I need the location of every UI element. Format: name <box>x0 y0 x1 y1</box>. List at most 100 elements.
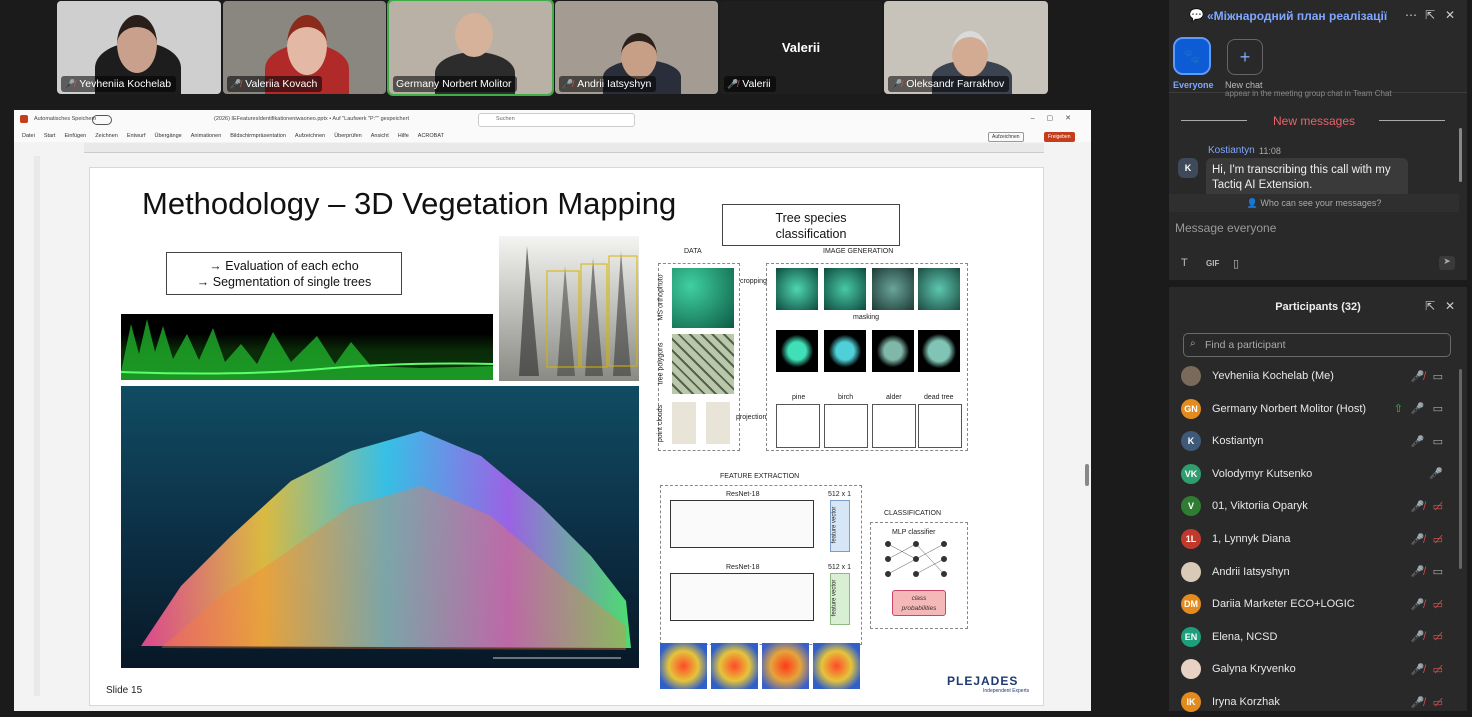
video-tile-5[interactable]: Valerii 🎤̸ Valerii <box>720 1 882 94</box>
video-tile-3[interactable]: Germany Norbert Molitor <box>387 0 554 96</box>
dim-label-2: 512 x 1 <box>828 564 851 571</box>
mic-off-icon: 🎤̸ <box>230 78 242 89</box>
image-generation-label: IMAGE GENERATION <box>823 248 894 255</box>
point-cloud-thumb-2 <box>706 402 730 444</box>
species-label-pine: pine <box>792 394 806 401</box>
participant-avatar: EN <box>1181 626 1201 647</box>
close-icon[interactable]: ✕ <box>1445 299 1455 313</box>
menu-tab[interactable]: ACROBAT <box>418 133 444 139</box>
video-tile-4[interactable]: 🎤̸ Andrii Iatsyshyn <box>555 1 718 94</box>
menu-tab[interactable]: Datei <box>22 133 35 139</box>
popout-icon[interactable]: ⇱ <box>1425 8 1435 22</box>
menu-tab[interactable]: Hilfe <box>398 133 409 139</box>
projection-thumb-4 <box>918 404 962 448</box>
video-tile-2[interactable]: 🎤̸ Valeriia Kovach <box>223 1 386 94</box>
mic-off-icon: 🎤̸ <box>1410 533 1425 546</box>
menu-tab[interactable]: Entwurf <box>127 133 146 139</box>
popout-icon[interactable]: ⇱ <box>1425 299 1435 313</box>
menu-tab[interactable]: Einfügen <box>64 133 86 139</box>
mic-off-icon: 🎤̸ <box>727 78 739 89</box>
author-avatar: K <box>1178 158 1198 178</box>
record-button[interactable]: Aufzeichnen <box>988 132 1024 142</box>
menu-tab[interactable]: Ansicht <box>371 133 389 139</box>
logo-text: PLEJADES <box>947 674 1019 688</box>
ppt-ribbon-tabs: Datei Start Einfügen Zeichnen Entwurf Üb… <box>14 130 1091 142</box>
projection-thumb-3 <box>872 404 916 448</box>
feature-vector-label-1: feature vector <box>831 506 838 544</box>
mic-off-icon: 🎤̸ <box>1410 598 1425 611</box>
participant-name: Andrii Iatsyshyn <box>1212 565 1290 578</box>
participant-row[interactable]: Galyna Kryvenko 🎤̸ ▭̸ <box>1181 654 1461 684</box>
classification-label: CLASSIFICATION <box>884 510 942 517</box>
ppt-titlebar: Automatisches Speichern (2026) IEFeature… <box>14 110 1091 130</box>
participant-search[interactable]: ⌕ Find a participant <box>1183 333 1451 357</box>
participant-row[interactable]: 1L 1, Lynnyk Diana 🎤̸ ▭̸ <box>1181 524 1461 554</box>
mic-off-icon: 🎤̸ <box>1410 370 1425 383</box>
heatmap-thumb-4 <box>813 643 860 689</box>
menu-tab[interactable]: Überprüfen <box>334 133 362 139</box>
search-icon: ⌕ <box>1190 338 1196 349</box>
participant-status-icons: 🎤̸ ▭̸ <box>1411 598 1443 611</box>
new-messages-label: New messages <box>1273 114 1356 128</box>
file-icon[interactable]: ▯ <box>1233 257 1239 270</box>
resnet-label-2: ResNet-18 <box>726 564 760 571</box>
camera-off-icon: ▭̸ <box>1432 696 1443 709</box>
close-icon[interactable]: ✕ <box>1445 8 1455 22</box>
participant-row[interactable]: DM Dariia Marketer ECO+LOGIC 🎤̸ ▭̸ <box>1181 589 1461 619</box>
participant-row[interactable]: Andrii Iatsyshyn 🎤̸ ▭ <box>1181 557 1461 587</box>
menu-tab[interactable]: Bildschirmpräsentation <box>230 133 286 139</box>
participant-avatar: 1L <box>1181 529 1201 549</box>
video-tile-6[interactable]: 🎤̸ Oleksandr Farrakhov <box>884 1 1048 94</box>
window-controls[interactable]: –▢✕ <box>1031 114 1083 122</box>
participant-row[interactable]: IK Iryna Korzhak 🎤̸ ▭̸ <box>1181 687 1461 717</box>
participant-row[interactable]: K Kostiantyn 🎤 ▭ <box>1181 426 1461 456</box>
gif-icon[interactable]: GIF <box>1206 259 1219 268</box>
participant-status-icons: 🎤̸ ▭̸ <box>1411 663 1443 676</box>
participant-row[interactable]: V 01, Viktoriia Oparyk 🎤̸ ▭̸ <box>1181 491 1461 521</box>
camera-off-icon: ▭̸ <box>1432 598 1443 611</box>
format-icon[interactable]: T <box>1181 257 1188 269</box>
species-box: Tree species classification <box>722 204 900 246</box>
participant-name: Valeriia Kovach <box>245 78 318 90</box>
participant-name: Volodymyr Kutsenko <box>1212 467 1313 480</box>
projection-thumb-2 <box>824 404 868 448</box>
dim-label-1: 512 x 1 <box>828 491 851 498</box>
participant-avatar <box>1181 366 1201 386</box>
participant-row[interactable]: GN Germany Norbert Molitor (Host) ⇧ 🎤 ▭ <box>1181 394 1461 424</box>
species-line-1: Tree species <box>775 211 847 225</box>
mask-thumb-2 <box>824 330 866 372</box>
projection-thumb-1 <box>776 404 820 448</box>
chat-scrollbar[interactable] <box>1459 128 1462 182</box>
scrollbar[interactable] <box>1085 464 1089 486</box>
more-icon[interactable]: ⋯ <box>1405 8 1417 22</box>
participant-name: Dariia Marketer ECO+LOGIC <box>1212 598 1355 611</box>
who-can-see-link[interactable]: 👤 Who can see your messages? <box>1169 194 1459 212</box>
video-tile-1[interactable]: 🎤̸ Yevheniia Kochelab <box>57 1 221 94</box>
menu-tab[interactable]: Animationen <box>191 133 222 139</box>
send-button[interactable]: ➤ <box>1439 256 1455 270</box>
menu-tab[interactable]: Aufzeichnen <box>295 133 325 139</box>
new-chat-button[interactable]: + <box>1227 39 1263 75</box>
logo-subtext: Independent Experts <box>983 688 1030 694</box>
participant-name: Iryna Korzhak <box>1212 696 1280 708</box>
species-label-birch: birch <box>838 394 854 401</box>
participant-row[interactable]: EN Elena, NCSD 🎤̸ ▭̸ <box>1181 622 1461 652</box>
point-cloud-thumb-1 <box>672 402 696 444</box>
participant-row[interactable]: VK Volodymyr Kutsenko 🎤 <box>1181 459 1461 489</box>
share-button[interactable]: Freigeben <box>1044 132 1075 142</box>
menu-tab[interactable]: Übergänge <box>154 133 181 139</box>
mlp-network-graphic <box>885 541 947 577</box>
feature-extraction-label: FEATURE EXTRACTION <box>720 473 800 480</box>
autosave-toggle[interactable] <box>92 115 112 125</box>
mask-thumb-3 <box>872 330 914 372</box>
message-bubble[interactable]: Hi, I'm transcribing this call with my T… <box>1206 158 1408 198</box>
horizontal-ruler <box>84 143 1044 153</box>
participant-row[interactable]: Yevheniia Kochelab (Me) 🎤̸ ▭ <box>1181 361 1461 391</box>
menu-tab[interactable]: Start <box>44 133 56 139</box>
everyone-button[interactable]: 🐾 <box>1173 37 1211 75</box>
file-name: (2026) IEFeaturesIdentifikationeniwaoneo… <box>214 116 410 122</box>
menu-tab[interactable]: Zeichnen <box>95 133 118 139</box>
message-input[interactable]: Message everyone <box>1175 221 1276 235</box>
participant-status-icons: 🎤̸ ▭ <box>1411 565 1443 578</box>
point-cloud-graphic <box>141 431 631 659</box>
